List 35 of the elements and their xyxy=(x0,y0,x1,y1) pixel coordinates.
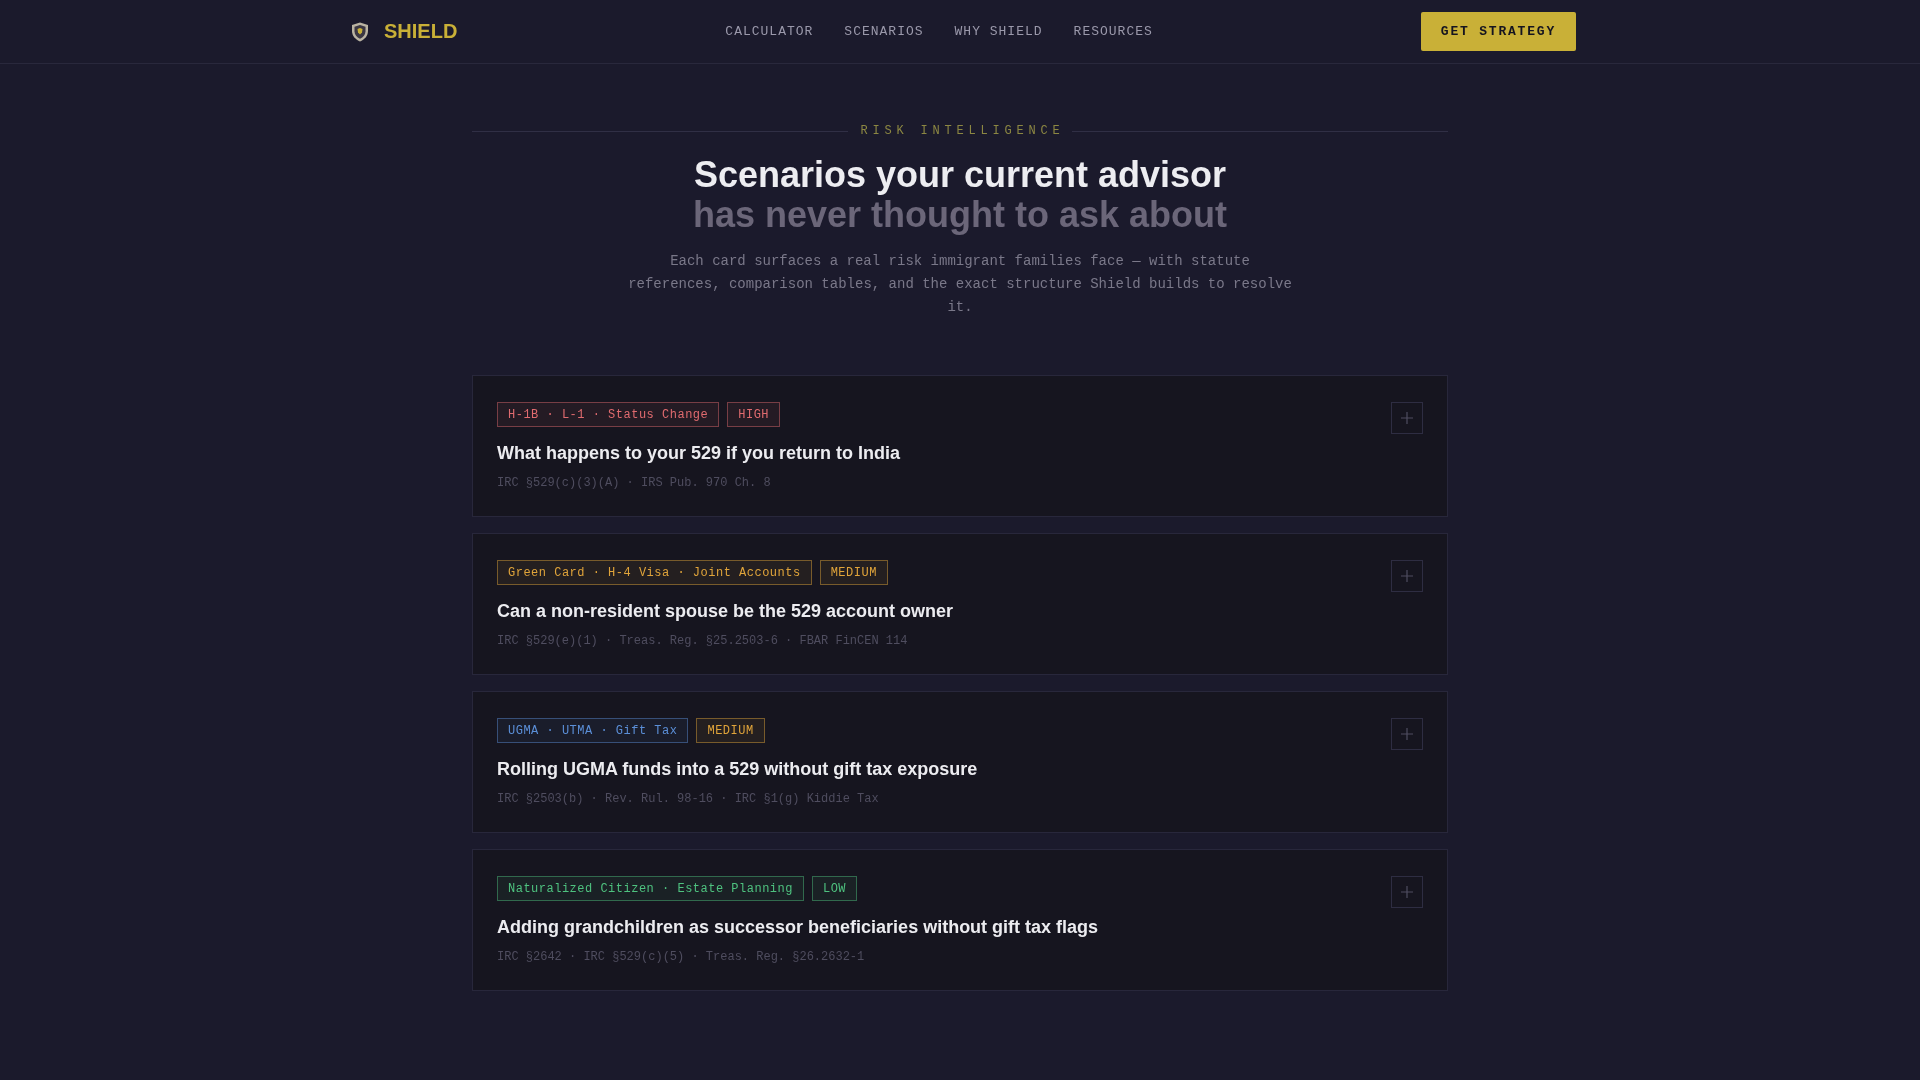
tag-label: H-1B · L-1 · Status Change xyxy=(497,402,720,427)
statute-references: IRC §2642 · IRC §529(c)(5) · Treas. Reg. §26.2632-1 xyxy=(497,949,866,966)
intro-paragraph: Each card surfaces a real risk immigrant families face — with statute references, comparison tables, and the exact structure Shield builds to resolve it. xyxy=(627,252,1293,317)
tag-label: HIGH xyxy=(727,402,781,427)
tag-label: MEDIUM xyxy=(819,560,888,585)
expand-button[interactable] xyxy=(1391,402,1423,434)
tag-label: Green Card · H-4 Visa · Joint Accounts xyxy=(497,560,812,585)
expand-button[interactable] xyxy=(1391,560,1423,592)
scenario-title: Can a non-resident spouse be the 529 account owner xyxy=(497,600,954,623)
expand-button[interactable] xyxy=(1391,876,1423,908)
scenario-title: Adding grandchildren as successor beneficiaries without gift tax flags xyxy=(497,916,1099,939)
plus-icon xyxy=(1401,728,1413,740)
tag-label: UGMA · UTMA · Gift Tax xyxy=(497,718,689,743)
eyebrow-label: RISK INTELLIGENCE xyxy=(860,123,1065,139)
shield-icon xyxy=(351,21,369,42)
scenario-title: What happens to your 529 if you return to India xyxy=(497,442,901,465)
brand-name[interactable]: SHIELD xyxy=(384,20,458,43)
heading-line: Scenarios your current advisor xyxy=(693,155,1227,195)
statute-references: IRC §529(e)(1) · Treas. Reg. §25.2503-6 · FBAR FinCEN 114 xyxy=(497,633,909,650)
nav-link[interactable]: WHY SHIELD xyxy=(954,24,1043,39)
plus-icon xyxy=(1401,570,1413,582)
tag-label: Naturalized Citizen · Estate Planning xyxy=(497,876,804,901)
nav-link[interactable]: RESOURCES xyxy=(1073,24,1153,39)
statute-references: IRC §2503(b) · Rev. Rul. 98-16 · IRC §1(g) Kiddie Tax xyxy=(497,791,880,808)
heading-line: has never thought to ask about xyxy=(692,195,1228,235)
tag-label: MEDIUM xyxy=(696,718,765,743)
scenario-title: Rolling UGMA funds into a 529 without gift tax exposure xyxy=(497,758,978,781)
get-strategy-button[interactable]: GET STRATEGY xyxy=(1420,12,1576,51)
plus-icon xyxy=(1401,886,1413,898)
plus-icon xyxy=(1401,412,1413,424)
expand-button[interactable] xyxy=(1391,718,1423,750)
nav-link[interactable]: CALCULATOR xyxy=(725,24,814,39)
nav-link[interactable]: SCENARIOS xyxy=(844,24,924,39)
tag-label: LOW xyxy=(811,876,858,901)
statute-references: IRC §529(c)(3)(A) · IRS Pub. 970 Ch. 8 xyxy=(497,475,772,492)
